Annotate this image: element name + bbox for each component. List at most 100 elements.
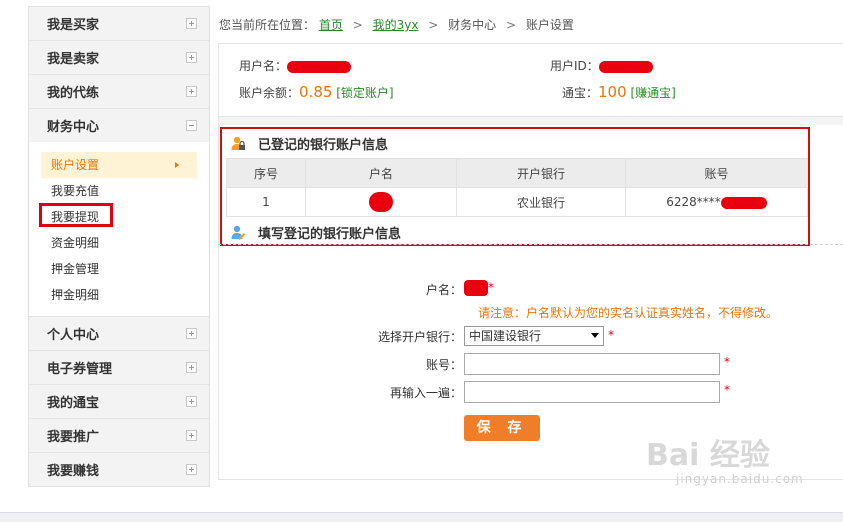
reenter-label: 再输入一遍： <box>218 384 462 401</box>
dropdown-caret-icon <box>591 333 599 338</box>
name-label: 户名： <box>218 281 462 298</box>
sidebar: 我是买家 我是卖家 我的代练 财务中心 账户设置 我要充值 我要提现 资金明细 … <box>28 6 210 487</box>
bank-label: 选择开户银行： <box>218 328 462 345</box>
user-lock-icon <box>231 136 245 150</box>
save-button[interactable]: 保 存 <box>464 415 540 441</box>
username-label: 用户名： <box>239 59 288 73</box>
expand-icon[interactable] <box>186 362 197 373</box>
lock-account-link[interactable]: [锁定账户] <box>336 86 393 100</box>
account-label-text: 账号： <box>425 358 462 372</box>
sidebar-group-label: 我要推广 <box>47 430 100 445</box>
expand-icon[interactable] <box>186 430 197 441</box>
sidebar-group-earn[interactable]: 我要赚钱 <box>29 453 209 486</box>
bank-selected-value: 中国建设银行 <box>469 329 542 343</box>
userid-row: 用户ID： <box>550 57 653 74</box>
sidebar-group-seller[interactable]: 我是卖家 <box>29 41 209 75</box>
name-label-text: 户名： <box>425 283 462 297</box>
account-input[interactable] <box>464 353 720 375</box>
sidebar-group-label: 我是买家 <box>47 18 100 33</box>
sidebar-group-personal[interactable]: 个人中心 <box>29 317 209 351</box>
required-star: * <box>724 355 730 369</box>
breadcrumb-separator: > <box>428 18 439 32</box>
cell-account: 6228**** <box>625 187 808 217</box>
name-value: * <box>464 280 494 296</box>
sidebar-group-booster[interactable]: 我的代练 <box>29 75 209 109</box>
sidebar-item-deposit-details[interactable]: 押金明细 <box>41 282 197 308</box>
finance-submenu: 账户设置 我要充值 我要提现 资金明细 押金管理 押金明细 <box>29 142 209 316</box>
bank-select[interactable]: 中国建设银行 <box>464 326 604 346</box>
breadcrumb-my-link[interactable]: 我的3yx <box>373 18 419 32</box>
breadcrumb-prefix: 您当前所在位置： <box>219 18 316 32</box>
reenter-label-text: 再输入一遍： <box>389 386 462 400</box>
tongbao-row: 通宝：100 [赚通宝] <box>562 83 676 101</box>
expand-icon[interactable] <box>186 464 197 475</box>
highlight-box-withdraw <box>39 203 113 227</box>
redacted-username <box>287 60 352 73</box>
user-edit-icon <box>231 225 246 239</box>
col-name: 户名 <box>305 158 457 188</box>
earn-tongbao-link[interactable]: [赚通宝] <box>630 86 675 100</box>
arrow-right-icon <box>175 162 179 168</box>
account-prefix: 6228**** <box>666 195 721 209</box>
expand-icon[interactable] <box>186 396 197 407</box>
reenter-account-input[interactable] <box>464 381 720 403</box>
dashed-separator <box>218 244 843 245</box>
table-header: 序号 户名 开户银行 账号 <box>226 158 808 188</box>
username-row: 用户名： <box>239 57 352 74</box>
registered-bank-box: 已登记的银行账户信息 序号 户名 开户银行 账号 1 农业银行 6228****… <box>220 127 810 246</box>
name-notice: 请注意：户名默认为您的实名认证真实姓名，不得修改。 <box>478 306 779 320</box>
account-label: 账号： <box>218 356 462 373</box>
sidebar-group-label: 我要赚钱 <box>47 464 100 479</box>
breadcrumb-finance: 财务中心 <box>448 18 497 32</box>
baidu-watermark-url: jingyan.baidu.com <box>676 472 804 486</box>
redacted-account <box>720 196 767 209</box>
col-account: 账号 <box>625 158 808 188</box>
redacted-name-field <box>464 280 488 296</box>
registered-title: 已登记的银行账户信息 <box>230 134 388 153</box>
bank-label-text: 选择开户银行： <box>377 330 462 344</box>
sidebar-item-fund-details[interactable]: 资金明细 <box>41 230 197 256</box>
sidebar-item-account-settings[interactable]: 账户设置 <box>41 152 197 178</box>
balance-label: 账户余额： <box>239 86 300 100</box>
expand-icon[interactable] <box>186 328 197 339</box>
breadcrumb: 您当前所在位置： 首页 > 我的3yx > 财务中心 > 账户设置 <box>219 16 574 33</box>
breadcrumb-home-link[interactable]: 首页 <box>319 18 343 32</box>
sidebar-group-promote[interactable]: 我要推广 <box>29 419 209 453</box>
baidu-watermark: Bai 经验 <box>646 438 770 473</box>
expand-icon[interactable] <box>186 86 197 97</box>
balance-row: 账户余额：0.85 [锁定账户] <box>239 83 394 101</box>
sidebar-item-recharge[interactable]: 我要充值 <box>41 178 197 204</box>
tongbao-label: 通宝： <box>562 86 599 100</box>
fill-title-text: 填写登记的银行账户信息 <box>258 227 402 242</box>
breadcrumb-separator: > <box>505 18 517 32</box>
balance-value: 0.85 <box>299 83 333 101</box>
sidebar-group-label: 个人中心 <box>47 328 100 343</box>
required-star: * <box>608 328 614 342</box>
expand-icon[interactable] <box>186 52 197 63</box>
expand-icon[interactable] <box>186 18 197 29</box>
cell-index: 1 <box>226 187 306 217</box>
sidebar-group-label: 我是卖家 <box>47 52 100 67</box>
redacted-userid <box>598 60 653 73</box>
userid-label: 用户ID： <box>550 59 599 73</box>
breadcrumb-separator: > <box>352 18 363 32</box>
sidebar-item-deposit-manage[interactable]: 押金管理 <box>41 256 197 282</box>
account-info: 用户名： 用户ID： 账户余额：0.85 [锁定账户] 通宝：100 [赚通宝] <box>219 44 843 116</box>
tongbao-value: 100 <box>598 83 627 101</box>
col-bank: 开户银行 <box>456 158 626 188</box>
required-star: * <box>724 383 730 397</box>
sidebar-group-coupons[interactable]: 电子券管理 <box>29 351 209 385</box>
collapse-icon[interactable] <box>186 120 197 131</box>
sidebar-group-buyer[interactable]: 我是买家 <box>29 7 209 41</box>
cell-bank: 农业银行 <box>456 187 626 217</box>
sidebar-group-tongbao[interactable]: 我的通宝 <box>29 385 209 419</box>
sidebar-group-label: 电子券管理 <box>47 362 113 377</box>
required-star: * <box>488 280 494 295</box>
bank-table: 序号 户名 开户银行 账号 1 农业银行 6228**** <box>226 158 808 217</box>
cell-name <box>305 187 457 217</box>
sidebar-group-label: 我的代练 <box>47 86 100 101</box>
col-index: 序号 <box>226 158 306 188</box>
breadcrumb-current: 账户设置 <box>525 18 574 32</box>
sidebar-item-label: 账户设置 <box>51 158 100 172</box>
table-row: 1 农业银行 6228**** <box>226 187 808 217</box>
